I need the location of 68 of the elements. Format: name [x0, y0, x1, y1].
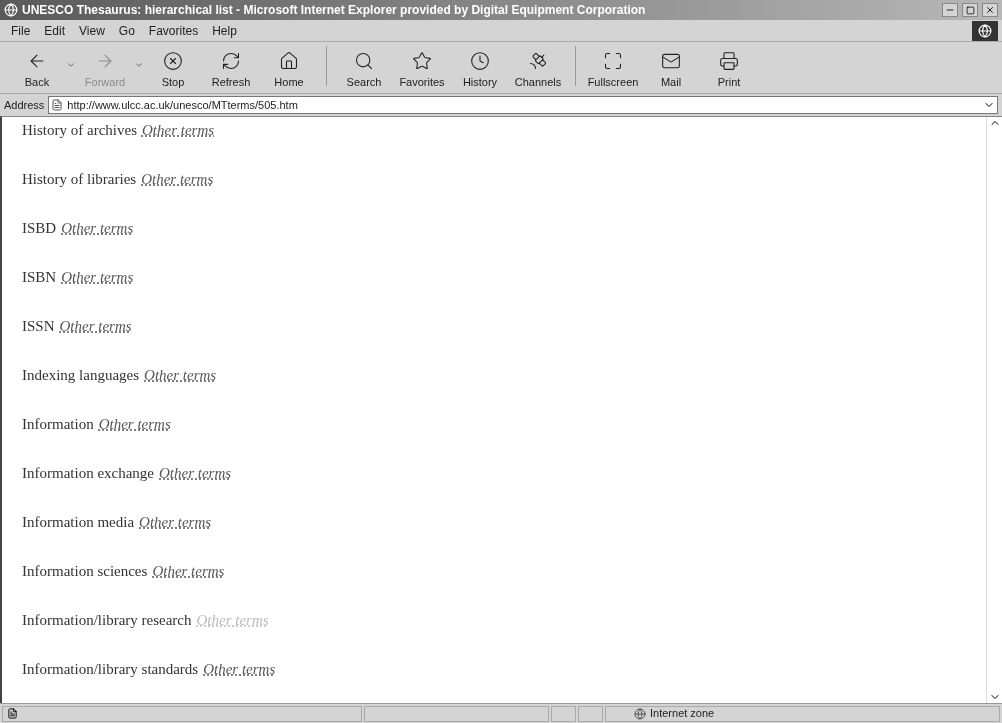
window-title: UNESCO Thesaurus: hierarchical list - Microsoft Internet Explorer provided by Digital Equipment Corporation [22, 2, 647, 19]
other-terms-link[interactable]: Other terms [203, 657, 276, 681]
other-terms-link[interactable]: Other terms [139, 510, 212, 534]
toolbar-button[interactable]: Search [335, 50, 393, 90]
term-text: Information/library research [22, 610, 192, 630]
stop-icon [163, 50, 183, 71]
home-icon [279, 50, 299, 71]
toolbar-button[interactable]: Channels [509, 50, 567, 90]
maximize-icon [965, 5, 975, 15]
page-icon [51, 99, 64, 111]
satellite-icon [528, 50, 548, 71]
toolbar-button[interactable]: Refresh [202, 50, 260, 90]
menu-item[interactable]: Edit [37, 21, 73, 40]
dropdown-caret-icon[interactable] [134, 60, 144, 70]
other-terms-link[interactable]: Other terms [152, 559, 225, 583]
term-text: Information sciences [22, 561, 148, 581]
toolbar-button[interactable]: Print [700, 50, 758, 90]
fullscreen-icon [603, 50, 623, 71]
term-text: Information [22, 414, 94, 434]
browser-logo [972, 20, 998, 41]
toolbar-button[interactable]: Stop [144, 50, 202, 90]
other-terms-link[interactable]: Other terms [61, 265, 134, 289]
zone-text: Internet zone [650, 706, 715, 722]
menu-item[interactable]: Help [205, 21, 244, 40]
printer-icon [719, 50, 739, 71]
dropdown-caret-icon[interactable] [66, 60, 76, 70]
toolbar-button[interactable]: Fullscreen [584, 50, 642, 90]
other-terms-link[interactable]: Other terms [61, 216, 134, 240]
globe-icon [634, 707, 646, 720]
menu-item[interactable]: Go [111, 21, 142, 40]
term-text: Indexing languages [22, 365, 140, 385]
address-field[interactable]: http://www.ulcc.ac.uk/unesco/MTterms/505.htm [48, 96, 998, 114]
app-icon [4, 3, 18, 17]
toolbar-button[interactable]: Favorites [393, 50, 451, 90]
menu-item[interactable]: View [72, 21, 112, 40]
clock-icon [470, 50, 490, 71]
close-icon [985, 5, 995, 15]
address-label: Address [4, 97, 45, 113]
maximize-button[interactable] [962, 3, 978, 17]
scrollbar[interactable] [986, 117, 1002, 703]
other-terms-link[interactable]: Other terms [144, 363, 217, 387]
term-text: ISSN [22, 316, 55, 336]
menu-item[interactable]: Favorites [141, 21, 206, 40]
search-icon [354, 50, 374, 71]
refresh-icon [221, 50, 241, 71]
toolbar-button[interactable]: Mail [642, 50, 700, 90]
other-terms-link[interactable]: Other terms [59, 314, 132, 338]
other-terms-link[interactable]: Other terms [98, 412, 171, 436]
page-icon [7, 708, 18, 719]
term-text: Information/library standards [22, 659, 199, 679]
term-text: ISBD [22, 218, 57, 238]
other-terms-link[interactable]: Other terms [141, 118, 215, 142]
term-text: History of libraries [22, 169, 137, 189]
status-panel [578, 705, 603, 722]
status-panel [551, 705, 576, 722]
minimize-button[interactable] [942, 3, 958, 17]
menu-item[interactable]: File [4, 21, 38, 40]
other-terms-link[interactable]: Other terms [159, 461, 232, 485]
toolbar-button[interactable]: History [451, 50, 509, 90]
other-terms-link[interactable]: Other terms [141, 167, 214, 191]
star-icon [412, 50, 432, 71]
term-text: ISBN [22, 267, 57, 287]
toolbar-button[interactable]: Home [260, 50, 318, 90]
term-text: Information exchange [22, 463, 155, 483]
term-text: Information media [22, 512, 135, 532]
toolbar-button[interactable]: Back [8, 50, 66, 90]
close-button[interactable] [982, 3, 998, 17]
term-text: History of archives [22, 120, 137, 140]
